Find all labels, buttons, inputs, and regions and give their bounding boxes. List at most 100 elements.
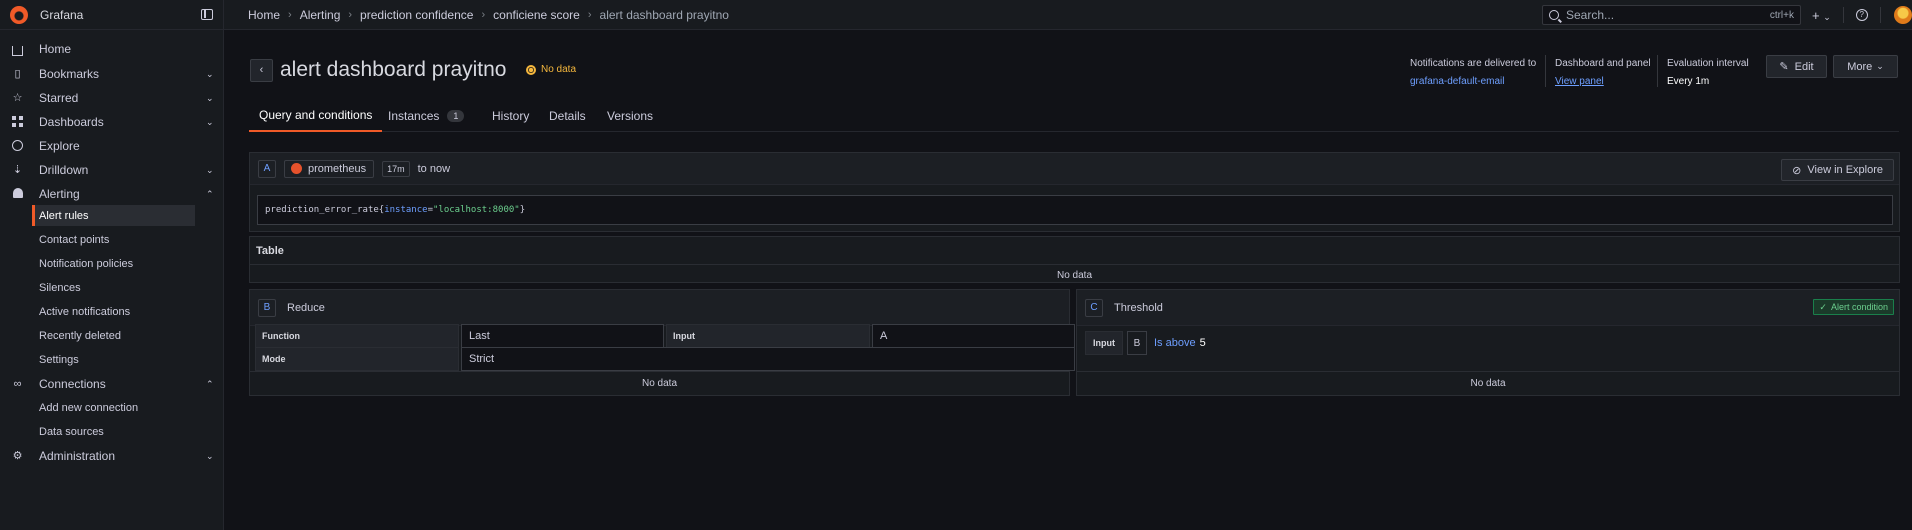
sidebar-item-notification-policies[interactable]: Notification policies <box>32 253 195 274</box>
more-button[interactable]: More ⌄ <box>1833 55 1898 78</box>
sidebar-item-label: Home <box>39 42 72 56</box>
sidebar-item-explore[interactable]: Explore <box>0 135 224 157</box>
function-select[interactable]: Last <box>461 324 664 348</box>
top-actions: + ⌄ ? <box>1812 6 1881 24</box>
sidebar-item-drilldown[interactable]: ⇣ Drilldown ⌄ <box>0 159 224 181</box>
tab-label: Instances <box>388 109 440 123</box>
apps-icon <box>11 115 24 129</box>
back-button[interactable]: ‹ <box>250 59 273 82</box>
tab-label: History <box>492 109 530 123</box>
breadcrumb-home[interactable]: Home <box>248 8 280 22</box>
query-expression[interactable]: prediction_error_rate{instance = "localhos… <box>257 195 1893 225</box>
expression-title: Threshold <box>1114 301 1163 314</box>
input-select[interactable]: A <box>872 324 1075 348</box>
tab-details[interactable]: Details <box>539 100 596 132</box>
tab-label: Query and conditions <box>259 108 373 122</box>
nodata-state-icon <box>526 64 536 75</box>
alert-condition-badge[interactable]: ✓ Alert condition <box>1813 299 1894 315</box>
chevron-down-icon[interactable]: ⌄ <box>206 117 214 128</box>
datasource-picker[interactable]: prometheus <box>284 159 375 178</box>
chevron-down-icon[interactable]: ⌄ <box>206 451 214 462</box>
search-input[interactable]: Search... ctrl+k <box>1542 5 1801 25</box>
view-in-explore-button[interactable]: ⊘ View in Explore <box>1781 159 1894 181</box>
no-data-text: No data <box>641 378 678 389</box>
tab-versions[interactable]: Versions <box>597 100 663 132</box>
sidebar-item-alert-rules[interactable]: Alert rules <box>32 205 195 226</box>
query-ref-id[interactable]: A <box>258 159 276 178</box>
search-shortcut: ctrl+k <box>1769 9 1794 21</box>
breadcrumb-current: alert dashboard prayitno <box>599 7 729 22</box>
interval-meta: Evaluation interval Every 1m <box>1667 55 1749 91</box>
breadcrumb-group[interactable]: conficiene score <box>493 8 580 22</box>
chevron-down-icon[interactable]: ⌄ <box>206 93 214 104</box>
breadcrumb-alerting[interactable]: Alerting <box>300 8 341 22</box>
table-panel: Table No data <box>249 236 1900 283</box>
mode-select[interactable]: Strict <box>461 347 1075 371</box>
tab-label: Versions <box>607 109 654 123</box>
sidebar-item-add-new-connection[interactable]: Add new connection <box>32 397 195 418</box>
sidebar-item-contact-points[interactable]: Contact points <box>32 229 195 250</box>
chevron-down-icon[interactable]: ⌄ <box>206 69 214 80</box>
sidebar: Home ▯ Bookmarks ⌄ ☆ Starred ⌄ Dashboard… <box>0 30 224 530</box>
help-icon[interactable]: ? <box>1855 9 1868 21</box>
meta-value: Every 1m <box>1667 76 1710 87</box>
divider <box>1842 7 1844 23</box>
chevron-up-icon[interactable]: ⌃ <box>206 189 214 200</box>
sidebar-item-dashboards[interactable]: Dashboards ⌄ <box>0 111 224 133</box>
meta-label: Notifications are delivered to <box>1410 58 1537 69</box>
operator-select[interactable]: Is above <box>1154 337 1196 349</box>
edit-button[interactable]: ✎ Edit <box>1766 55 1827 78</box>
divider <box>1657 55 1658 87</box>
view-panel-link[interactable]: View panel <box>1555 73 1651 91</box>
input-select[interactable]: B <box>1127 331 1147 355</box>
more-label: More <box>1847 60 1873 73</box>
sidebar-item-label: Starred <box>39 91 79 105</box>
tab-instances[interactable]: Instances 1 <box>378 100 474 132</box>
breadcrumb-folder[interactable]: prediction confidence <box>360 8 473 22</box>
query-header: A prometheus 17m to now ⊘ View in Explor… <box>250 153 1899 185</box>
sidebar-item-home[interactable]: Home <box>0 38 224 60</box>
meta-label: Evaluation interval <box>1667 58 1749 69</box>
app-name: Grafana <box>40 7 84 22</box>
avatar[interactable] <box>1894 6 1912 24</box>
time-range-suffix: to now <box>417 162 451 175</box>
chevron-up-icon[interactable]: ⌃ <box>206 379 214 390</box>
sidebar-item-starred[interactable]: ☆ Starred ⌄ <box>0 87 224 109</box>
chevron-down-icon[interactable]: ⌄ <box>206 165 214 176</box>
breadcrumb: Home › Alerting › prediction confidence … <box>224 8 729 22</box>
sidebar-item-bookmarks[interactable]: ▯ Bookmarks ⌄ <box>0 63 224 85</box>
pencil-icon: ✎ <box>1779 61 1789 73</box>
sidebar-item-label: Connections <box>39 377 106 391</box>
sidebar-item-active-notifications[interactable]: Active notifications <box>32 301 195 322</box>
add-menu-button[interactable]: + ⌄ <box>1812 8 1831 23</box>
table-title: Table <box>250 237 1899 265</box>
grafana-logo-icon[interactable] <box>10 5 28 24</box>
sidebar-item-label: Alerting <box>39 187 80 201</box>
meta-label: Dashboard and panel <box>1555 58 1651 69</box>
sidebar-item-alerting[interactable]: Alerting ⌃ <box>0 183 224 205</box>
sidebar-item-silences[interactable]: Silences <box>32 277 195 298</box>
search-placeholder: Search... <box>1566 8 1615 22</box>
sidebar-item-data-sources[interactable]: Data sources <box>32 421 195 442</box>
cog-icon: ⚙ <box>12 449 23 462</box>
breadcrumb-separator-icon: › <box>481 8 486 21</box>
divider <box>1879 7 1881 23</box>
bell-icon <box>11 187 24 201</box>
sidebar-item-connections[interactable]: ∞ Connections ⌃ <box>0 373 224 395</box>
input-label: Input <box>1085 331 1123 355</box>
sidebar-item-recently-deleted[interactable]: Recently deleted <box>32 325 195 346</box>
threshold-value-input[interactable]: 5 <box>1200 337 1206 349</box>
expression-ref-id[interactable]: C <box>1085 298 1103 317</box>
expression-ref-id[interactable]: B <box>258 298 276 317</box>
tab-bar: Query and conditions Instances 1 History… <box>249 100 1899 132</box>
dock-menu-icon[interactable] <box>201 8 213 20</box>
home-icon <box>11 43 24 56</box>
sidebar-item-settings[interactable]: Settings <box>32 349 195 370</box>
drilldown-icon: ⇣ <box>12 163 23 176</box>
relative-time-range[interactable]: 17m <box>382 160 410 177</box>
sidebar-item-administration[interactable]: ⚙ Administration ⌄ <box>0 445 224 467</box>
threshold-condition: Input B Is above 5 <box>1085 331 1206 355</box>
tab-query-and-conditions[interactable]: Query and conditions <box>249 100 383 132</box>
contact-point-link[interactable]: grafana-default-email <box>1410 73 1536 91</box>
tab-history[interactable]: History <box>482 100 539 132</box>
